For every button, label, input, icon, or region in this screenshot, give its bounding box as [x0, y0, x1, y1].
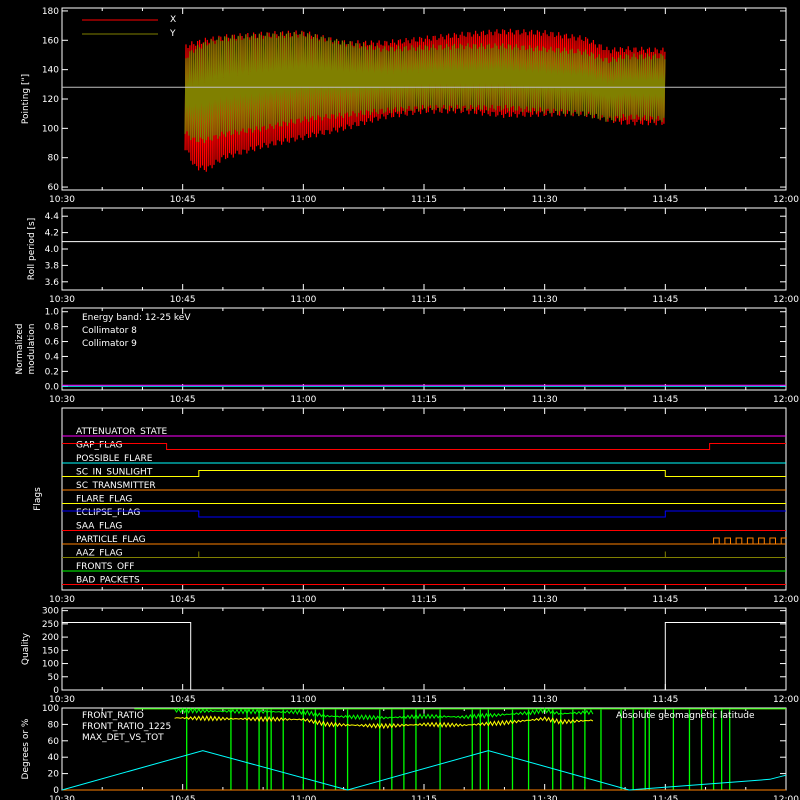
roll-xtick-label: 10:30: [49, 295, 75, 305]
roll-ytick-label: 3.8: [45, 261, 60, 271]
pointing-ytick-label: 80: [48, 154, 60, 164]
roll-ytick-label: 4.4: [45, 212, 60, 222]
roll-xtick-label: 11:45: [652, 295, 678, 305]
modulation-legend-c8: Collimator 8: [82, 326, 137, 336]
flag-label-gap-flag: GAP_FLAG: [76, 441, 122, 451]
modulation-ytick-label: 0.4: [45, 352, 60, 362]
ratios-ytick-label: 80: [48, 720, 60, 730]
modulation-ytick-label: 0.6: [45, 338, 60, 348]
roll-ytick-label: 4.2: [45, 229, 59, 239]
ratios-ytick-label: 100: [42, 704, 59, 714]
flags-xtick-label: 11:15: [411, 595, 437, 605]
quality-ytick-label: 150: [42, 646, 59, 656]
quality-xtick-label: 10:45: [170, 695, 196, 705]
flag-particle-pulses: [62, 537, 787, 545]
pointing-ytick-label: 180: [42, 7, 59, 17]
ratios-ylabel: Degrees or %: [21, 718, 31, 779]
modulation-ytick-label: 1.0: [45, 308, 60, 318]
ratios-xtick-label: 10:45: [170, 795, 196, 800]
legend-x-label: X: [170, 15, 176, 25]
flags-xtick-label: 11:45: [652, 595, 678, 605]
quality-ylabel: Quality: [21, 632, 31, 665]
modulation-xtick-label: 11:30: [532, 395, 558, 405]
pointing-xtick-label: 12:00: [773, 195, 799, 205]
quality-frame: [61, 607, 787, 691]
ratios-legend-maxdet: MAX_DET_VS_TOT: [82, 733, 164, 743]
quality-xtick-label: 11:45: [652, 695, 678, 705]
modulation-ylabel-1: Normalized: [15, 323, 25, 374]
flag-line-sc-in-sunlight: [62, 470, 786, 477]
modulation-ytick-label: 0.0: [45, 382, 60, 392]
quality-ytick-label: 300: [42, 607, 59, 617]
pointing-ytick-label: 160: [42, 36, 59, 46]
ratios-ytick-label: 40: [48, 753, 60, 763]
roll-xtick-label: 12:00: [773, 295, 799, 305]
ratios-xtick-label: 11:45: [652, 795, 678, 800]
ratios-xtick-label: 11:15: [411, 795, 437, 800]
pointing-ytick-label: 60: [48, 183, 60, 193]
pointing-ylabel: Pointing ["]: [21, 74, 31, 124]
quality-xtick-label: 11:15: [411, 695, 437, 705]
quality-ytick-label: 250: [42, 620, 59, 630]
modulation-ytick-label: 0.2: [45, 367, 59, 377]
modulation-xtick-label: 10:45: [170, 395, 196, 405]
modulation-xtick-label: 11:00: [290, 395, 316, 405]
ratios-legend-front1225: FRONT_RATIO_1225: [82, 722, 171, 732]
flags-xtick-label: 10:45: [170, 595, 196, 605]
pointing-xtick-label: 11:00: [290, 195, 316, 205]
pointing-xtick-label: 11:15: [411, 195, 437, 205]
quality-xtick-label: 12:00: [773, 695, 799, 705]
ratios-legend-front: FRONT_RATIO: [82, 711, 144, 721]
roll-frame: [61, 207, 787, 291]
pointing-ytick-label: 140: [42, 66, 59, 76]
modulation-xtick-label: 11:45: [652, 395, 678, 405]
flags-xtick-label: 12:00: [773, 595, 799, 605]
pointing-ytick-label: 100: [42, 124, 59, 134]
modulation-xtick-label: 11:15: [411, 395, 437, 405]
flags-xtick-label: 10:30: [49, 595, 75, 605]
flag-line-eclipse-flag: [62, 510, 786, 518]
ratios-xtick-label: 11:00: [290, 795, 316, 800]
roll-ylabel: Roll period [s]: [27, 218, 37, 280]
ratios-legend-geomag: Absolute geomagnetic latitude: [616, 711, 755, 721]
modulation-xtick-label: 10:30: [49, 395, 75, 405]
ratios-ytick-label: 60: [48, 737, 60, 747]
roll-ytick-label: 3.6: [45, 278, 60, 288]
flag-line-gap-flag: [62, 443, 786, 450]
quality-ytick-label: 50: [48, 673, 60, 683]
quality-ytick-label: 100: [42, 660, 59, 670]
flags-ylabel: Flags: [33, 487, 43, 511]
ratios-ytick-label: 0: [53, 786, 59, 796]
ratios-ytick-label: 20: [48, 770, 60, 780]
flag-label-eclipse-flag: ECLIPSE_FLAG: [76, 508, 140, 518]
chart-canvas: 10:30 10:45 11:00 11:15 11:30 11:45 12:00 60 80 1…: [15, 7, 799, 800]
ratios-xtick-label: 12:00: [773, 795, 799, 800]
roll-xtick-label: 11:30: [532, 295, 558, 305]
roll-ytick-label: 4.0: [45, 245, 60, 255]
legend-y-label: Y: [169, 29, 176, 39]
quality-xtick-label: 11:00: [290, 695, 316, 705]
roll-xtick-label: 10:45: [170, 295, 196, 305]
pointing-xtick-label: 10:30: [49, 195, 75, 205]
quality-ytick-label: 0: [53, 686, 59, 696]
flags-frame: [61, 407, 787, 591]
modulation-ylabel-2: modulation: [27, 324, 37, 375]
quality-xtick-label: 11:30: [532, 695, 558, 705]
flags-xtick-label: 11:00: [290, 595, 316, 605]
pointing-xtick-label: 11:30: [532, 195, 558, 205]
flags-xtick-label: 11:30: [532, 595, 558, 605]
modulation-xtick-label: 12:00: [773, 395, 799, 405]
ratios-xtick-label: 11:30: [532, 795, 558, 800]
quality-ytick-label: 200: [42, 633, 59, 643]
pointing-ytick-label: 120: [42, 95, 59, 105]
modulation-legend-c9: Collimator 9: [82, 339, 137, 349]
modulation-legend-energy: Energy band: 12-25 keV: [82, 313, 191, 323]
pointing-xtick-label: 10:45: [170, 195, 196, 205]
roll-xtick-label: 11:15: [411, 295, 437, 305]
pointing-xtick-label: 11:45: [652, 195, 678, 205]
roll-xtick-label: 11:00: [290, 295, 316, 305]
modulation-ytick-label: 0.8: [45, 323, 60, 333]
quality-series: [62, 622, 786, 691]
